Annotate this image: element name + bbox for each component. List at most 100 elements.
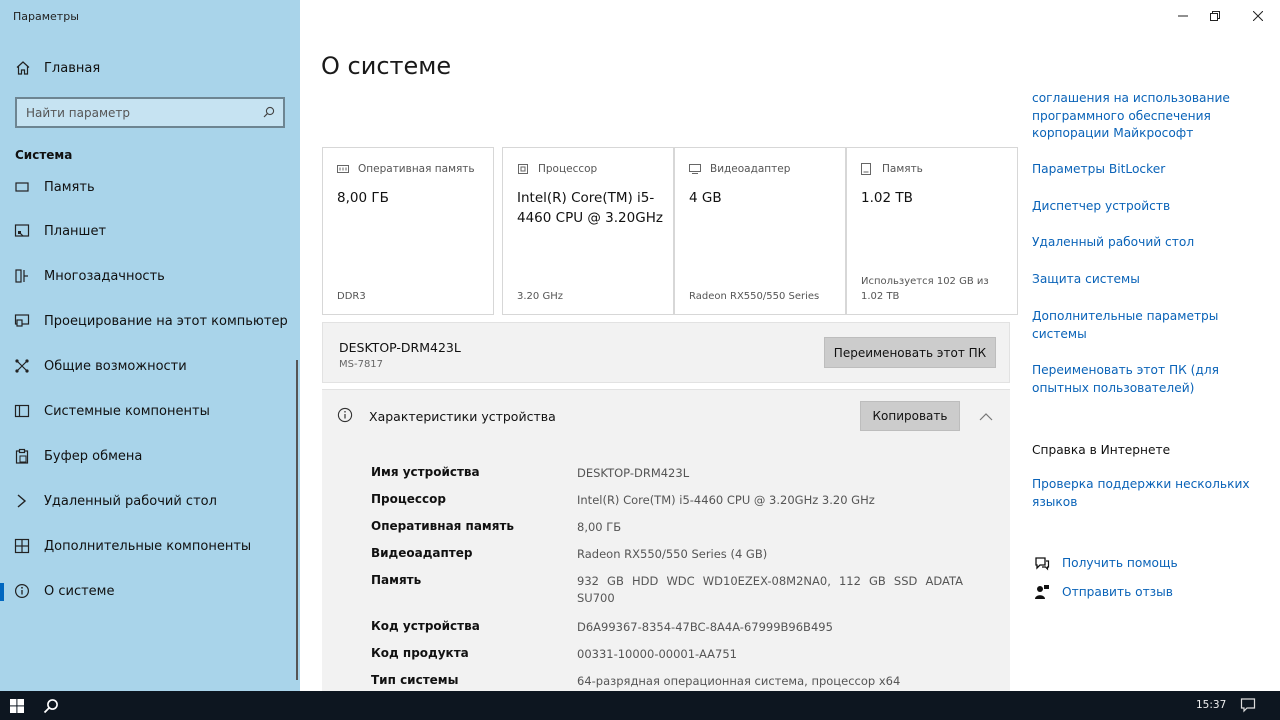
taskbar: 15:37: [0, 691, 1280, 720]
card-value: 4 GB: [689, 190, 722, 206]
rename-pc-advanced-link[interactable]: Переименовать этот ПК (для опытных польз…: [1032, 362, 1252, 397]
app-title: Параметры: [13, 10, 79, 23]
card-value: Intel(R) Core(TM) i5-4460 CPU @ 3.20GHz: [517, 190, 663, 226]
info-icon: [0, 583, 44, 599]
gpu-card: Видеоадаптер 4 GB Radeon RX550/550 Serie…: [674, 147, 846, 315]
system-protection-link[interactable]: Защита системы: [1032, 271, 1252, 289]
spec-value: 64-разрядная операционная система, проце…: [577, 674, 901, 688]
sidebar-item-label: Многозадачность: [44, 268, 165, 284]
feedback-label: Отправить отзыв: [1062, 585, 1173, 599]
minimize-button[interactable]: [1168, 6, 1198, 26]
storage-icon: [0, 179, 44, 195]
sidebar-item-tablet[interactable]: Планшет: [0, 215, 296, 247]
sidebar-item-label: Планшет: [44, 223, 107, 239]
bitlocker-link[interactable]: Параметры BitLocker: [1032, 161, 1252, 179]
close-button[interactable]: [1243, 6, 1273, 26]
search-icon: [43, 698, 58, 713]
sidebar-item-about[interactable]: О системе: [0, 575, 296, 607]
sidebar-item-storage[interactable]: Память: [0, 171, 296, 203]
notification-icon: [1240, 698, 1256, 713]
sidebar-home-label: Главная: [44, 60, 101, 76]
storage-card: Память 1.02 TB Используется 102 GB из 1.…: [846, 147, 1018, 315]
card-label: Процессор: [538, 163, 598, 175]
pc-model: MS-7817: [339, 359, 384, 370]
spec-key: Оперативная память: [371, 519, 514, 533]
advanced-system-settings-link[interactable]: Дополнительные параметры системы: [1032, 308, 1252, 343]
sidebar-item-system-components[interactable]: Системные компоненты: [0, 395, 296, 427]
card-subtitle: 3.20 GHz: [517, 291, 563, 302]
search-box[interactable]: [15, 97, 285, 128]
shared-experiences-icon: [0, 358, 44, 374]
sidebar-scrollbar[interactable]: [296, 360, 298, 680]
sidebar-home[interactable]: Главная: [0, 52, 300, 84]
sidebar-item-projecting[interactable]: Проецирование на этот компьютер: [0, 305, 296, 337]
card-label: Видеоадаптер: [710, 163, 791, 175]
device-specs-header[interactable]: Характеристики устройства Копировать: [322, 389, 1010, 441]
sidebar-item-optional-features[interactable]: Дополнительные компоненты: [0, 530, 296, 562]
spec-value: Radeon RX550/550 Series (4 GB): [577, 547, 768, 561]
spec-value: 8,00 ГБ: [577, 520, 622, 534]
start-button[interactable]: [0, 691, 34, 720]
help-chat-icon: [1032, 555, 1052, 571]
spec-key: Код продукта: [371, 646, 469, 660]
remote-desktop-link[interactable]: Удаленный рабочий стол: [1032, 234, 1252, 252]
remote-desktop-icon: [0, 493, 44, 509]
spec-value: DESKTOP-DRM423L: [577, 466, 690, 480]
taskbar-search-button[interactable]: [36, 691, 66, 720]
card-value: 1.02 TB: [861, 190, 913, 206]
spec-key: Память: [371, 573, 422, 587]
sidebar-item-remote-desktop[interactable]: Удаленный рабочий стол: [0, 485, 296, 517]
sidebar-item-label: О системе: [44, 583, 115, 599]
sidebar-item-label: Общие возможности: [44, 358, 187, 374]
feedback-link[interactable]: Отправить отзыв: [1032, 584, 1173, 600]
tablet-icon: [0, 223, 44, 239]
maximize-button[interactable]: [1200, 6, 1230, 26]
pc-name: DESKTOP-DRM423L: [339, 340, 461, 355]
language-support-link[interactable]: Проверка поддержки нескольких языков: [1032, 476, 1252, 511]
ram-card: Оперативная память 8,00 ГБ DDR3: [322, 147, 494, 315]
taskbar-clock[interactable]: 15:37: [1196, 699, 1226, 711]
device-specs-list: Имя устройства DESKTOP-DRM423L Процессор…: [322, 441, 1010, 691]
windows-logo-icon: [10, 698, 24, 713]
card-label: Память: [882, 163, 923, 175]
spec-key: Видеоадаптер: [371, 546, 473, 560]
spec-value: D6A99367-8354-47BC-8A4A-67999B96B495: [577, 620, 833, 634]
chevron-up-icon[interactable]: [979, 407, 993, 426]
storage-icon: [861, 163, 875, 175]
sidebar-item-clipboard[interactable]: Буфер обмена: [0, 440, 296, 472]
search-input[interactable]: [26, 105, 246, 120]
sidebar-item-label: Дополнительные компоненты: [44, 538, 252, 554]
copy-button[interactable]: Копировать: [860, 401, 960, 431]
search-icon[interactable]: [263, 103, 275, 122]
web-help-title: Справка в Интернете: [1032, 443, 1171, 457]
device-manager-link[interactable]: Диспетчер устройств: [1032, 198, 1252, 216]
clipboard-icon: [0, 448, 44, 464]
gpu-icon: [689, 164, 703, 174]
spec-key: Имя устройства: [371, 465, 480, 479]
get-help-link[interactable]: Получить помощь: [1032, 555, 1178, 571]
projecting-icon: [0, 313, 44, 329]
license-terms-link[interactable]: соглашения на использование программного…: [1032, 90, 1252, 143]
card-subtitle: Radeon RX550/550 Series: [689, 291, 820, 302]
sidebar-item-shared-experiences[interactable]: Общие возможности: [0, 350, 296, 382]
spec-value: 00331-10000-00001-AA751: [577, 647, 737, 661]
home-icon: [0, 60, 44, 76]
card-subtitle: Используется 102 GB из 1.02 TB: [861, 276, 989, 302]
sidebar-item-multitasking[interactable]: Многозадачность: [0, 260, 296, 292]
sidebar-item-label: Удаленный рабочий стол: [44, 493, 217, 509]
spec-value: Intel(R) Core(TM) i5-4460 CPU @ 3.20GHz …: [577, 493, 875, 507]
sidebar-item-label: Память: [44, 179, 95, 195]
spec-key: Процессор: [371, 492, 446, 506]
rename-pc-button[interactable]: Переименовать этот ПК: [824, 337, 996, 368]
cpu-card: Процессор Intel(R) Core(TM) i5-4460 CPU …: [502, 147, 674, 315]
cpu-icon: [517, 163, 531, 175]
main-content: О системе Оперативная память 8,00 ГБ DDR…: [300, 0, 1280, 691]
optional-features-icon: [0, 538, 44, 554]
close-icon: [1253, 11, 1263, 21]
sidebar-item-label: Буфер обмена: [44, 448, 143, 464]
minimize-icon: [1178, 15, 1188, 17]
notification-center-button[interactable]: [1240, 697, 1256, 717]
page-title: О системе: [321, 52, 452, 80]
device-specs-title: Характеристики устройства: [369, 409, 556, 424]
multitasking-icon: [0, 268, 44, 284]
